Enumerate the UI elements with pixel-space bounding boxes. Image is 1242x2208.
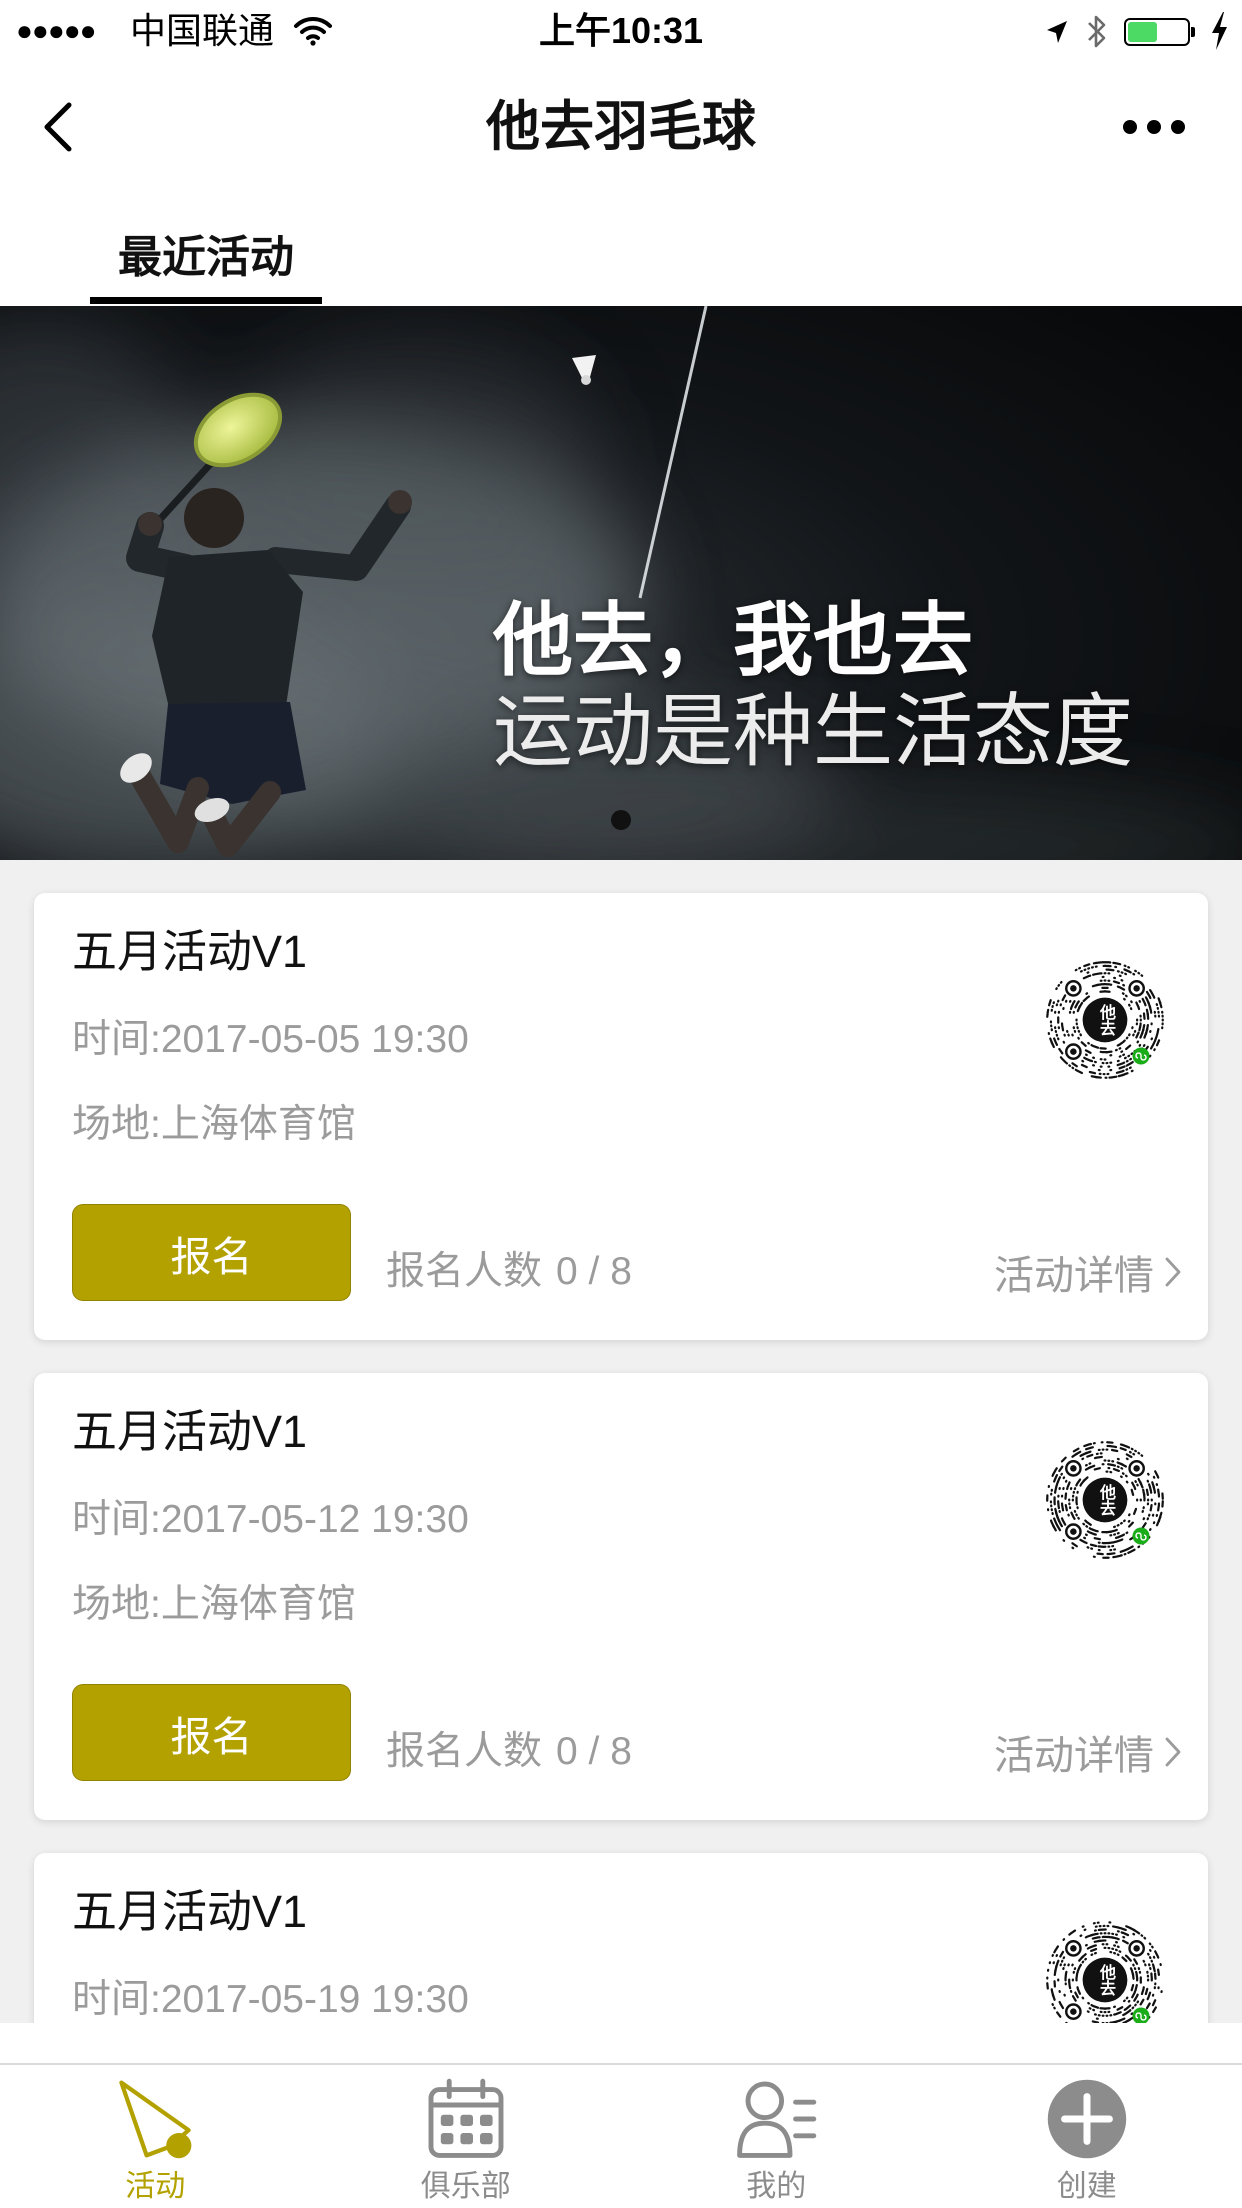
page-title: 他去羽毛球 — [486, 97, 756, 157]
calendar-icon — [428, 2078, 504, 2158]
signup-count: 报名人数 0 / 8 — [386, 1729, 632, 1775]
activity-venue: 场地:上海体育馆 — [72, 1103, 356, 1146]
code-logo: 他去 — [1097, 1484, 1114, 1516]
tabbar-item-mine[interactable]: 我的 — [621, 2065, 932, 2208]
signup-count: 报名人数 0 / 8 — [386, 1249, 632, 1295]
activity-time: 时间:2017-05-05 19:30 — [72, 1018, 469, 1061]
charging-icon — [1212, 12, 1227, 50]
signup-count-value: 0 / 8 — [556, 1730, 632, 1773]
add-icon — [1047, 2079, 1126, 2159]
activity-time: 时间:2017-05-12 19:30 — [72, 1498, 469, 1541]
profile-icon — [737, 2081, 817, 2158]
tabbar-item-create[interactable]: 创建 — [932, 2065, 1242, 2208]
chevron-right-icon — [1165, 1257, 1181, 1287]
mini-program-badge-icon — [1132, 1527, 1150, 1545]
tabbar-item-activities[interactable]: 活动 — [0, 2065, 311, 2208]
tabbar-item-club[interactable]: 俱乐部 — [311, 2065, 622, 2208]
code-logo: 他去 — [1097, 1004, 1114, 1036]
battery-nub — [1191, 27, 1195, 37]
activity-detail-label: 活动详情 — [994, 1254, 1154, 1298]
activity-title: 五月活动V1 — [72, 1886, 308, 1937]
activity-detail-link[interactable]: 活动详情 — [994, 1249, 1182, 1298]
carousel-indicator-dot — [611, 810, 631, 830]
mini-program-code[interactable]: 他去 — [1044, 959, 1166, 1081]
location-icon — [1047, 21, 1067, 43]
activity-time: 时间:2017-05-19 19:30 — [72, 1978, 469, 2021]
activity-card[interactable]: 五月活动V1 时间:2017-05-19 19:30 他去 — [34, 1853, 1208, 2023]
tabbar-label: 我的 — [746, 2170, 807, 2203]
activity-detail-label: 活动详情 — [994, 1734, 1154, 1778]
banner-carousel[interactable]: 他去，我也去 运动是种生活态度 — [0, 306, 1242, 860]
activity-card[interactable]: 五月活动V1 时间:2017-05-05 19:30 场地:上海体育馆 他去 报… — [34, 893, 1208, 1340]
status-bar: ●●●●● 中国联通 上午10:31 — [0, 0, 1242, 62]
activity-venue: 场地:上海体育馆 — [72, 1583, 356, 1626]
activity-card[interactable]: 五月活动V1 时间:2017-05-12 19:30 场地:上海体育馆 他去 报… — [34, 1373, 1208, 1820]
mini-program-badge-icon — [1132, 2007, 1150, 2023]
battery-icon — [1124, 18, 1190, 46]
bottom-tab-bar: 活动 俱乐部 我的 创建 — [0, 2063, 1242, 2208]
activity-title: 五月活动V1 — [72, 1406, 308, 1457]
mini-program-code[interactable]: 他去 — [1044, 1439, 1166, 1561]
shuttlecock-icon — [119, 2080, 192, 2159]
tabbar-label: 俱乐部 — [420, 2170, 511, 2203]
active-tab-indicator — [90, 297, 322, 304]
mini-program-badge-icon — [1132, 1047, 1150, 1065]
mini-program-code[interactable]: 他去 — [1044, 1919, 1166, 2023]
more-icon[interactable] — [1122, 119, 1186, 135]
tab-recent-activities[interactable]: 最近活动 — [90, 226, 322, 290]
signup-button[interactable]: 报名 — [72, 1684, 351, 1781]
code-logo: 他去 — [1097, 1964, 1114, 1996]
bluetooth-icon — [1088, 15, 1106, 48]
banner-headline: 他去，我也去 — [493, 596, 973, 685]
tabbar-label: 活动 — [125, 2170, 186, 2203]
signup-count-label: 报名人数 — [386, 1250, 543, 1293]
banner-tagline: 运动是种生活态度 — [493, 687, 1133, 776]
signup-count-label: 报名人数 — [386, 1730, 543, 1773]
activity-list-scroll[interactable]: 他去，我也去 运动是种生活态度 五月活动V1 时间:2017-05-05 19:… — [0, 306, 1242, 2023]
activity-detail-link[interactable]: 活动详情 — [994, 1729, 1182, 1778]
signup-button[interactable]: 报名 — [72, 1204, 351, 1301]
signup-count-value: 0 / 8 — [556, 1250, 632, 1293]
chevron-right-icon — [1165, 1737, 1181, 1767]
activity-title: 五月活动V1 — [72, 926, 308, 977]
tabbar-label: 创建 — [1056, 2170, 1117, 2203]
